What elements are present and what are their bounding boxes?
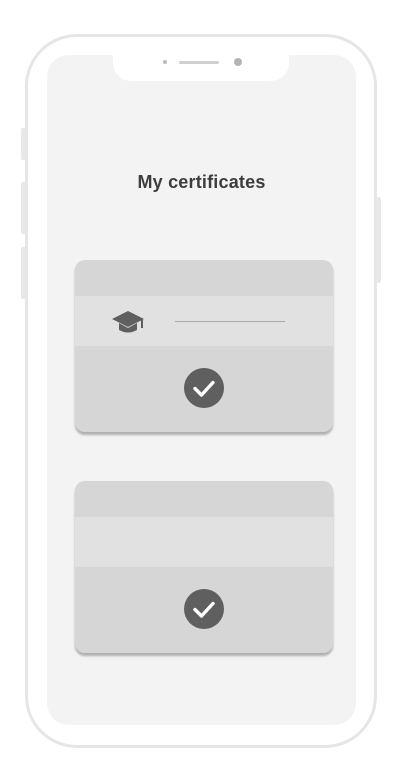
card-info-row (75, 296, 333, 346)
notch (113, 55, 289, 81)
certificate-card[interactable] (75, 481, 333, 653)
mute-switch (21, 128, 26, 160)
card-info-row (75, 517, 333, 567)
volume-up-button (21, 182, 26, 234)
graduation-cap-icon (112, 311, 144, 333)
check-circle-icon[interactable] (183, 588, 225, 630)
check-circle-icon[interactable] (183, 367, 225, 409)
certificate-name-placeholder (175, 321, 285, 322)
card-status-area (75, 346, 333, 432)
certificate-card[interactable] (75, 260, 333, 432)
card-status-area (75, 567, 333, 653)
volume-down-button (21, 247, 26, 299)
page-title: My certificates (137, 172, 266, 192)
power-button (376, 197, 381, 283)
screen: My certificates (47, 55, 356, 725)
sensor-dot (163, 60, 167, 64)
card-header-band (75, 260, 333, 296)
card-header-band (75, 481, 333, 517)
earpiece-speaker (179, 61, 219, 64)
front-camera (234, 58, 242, 66)
